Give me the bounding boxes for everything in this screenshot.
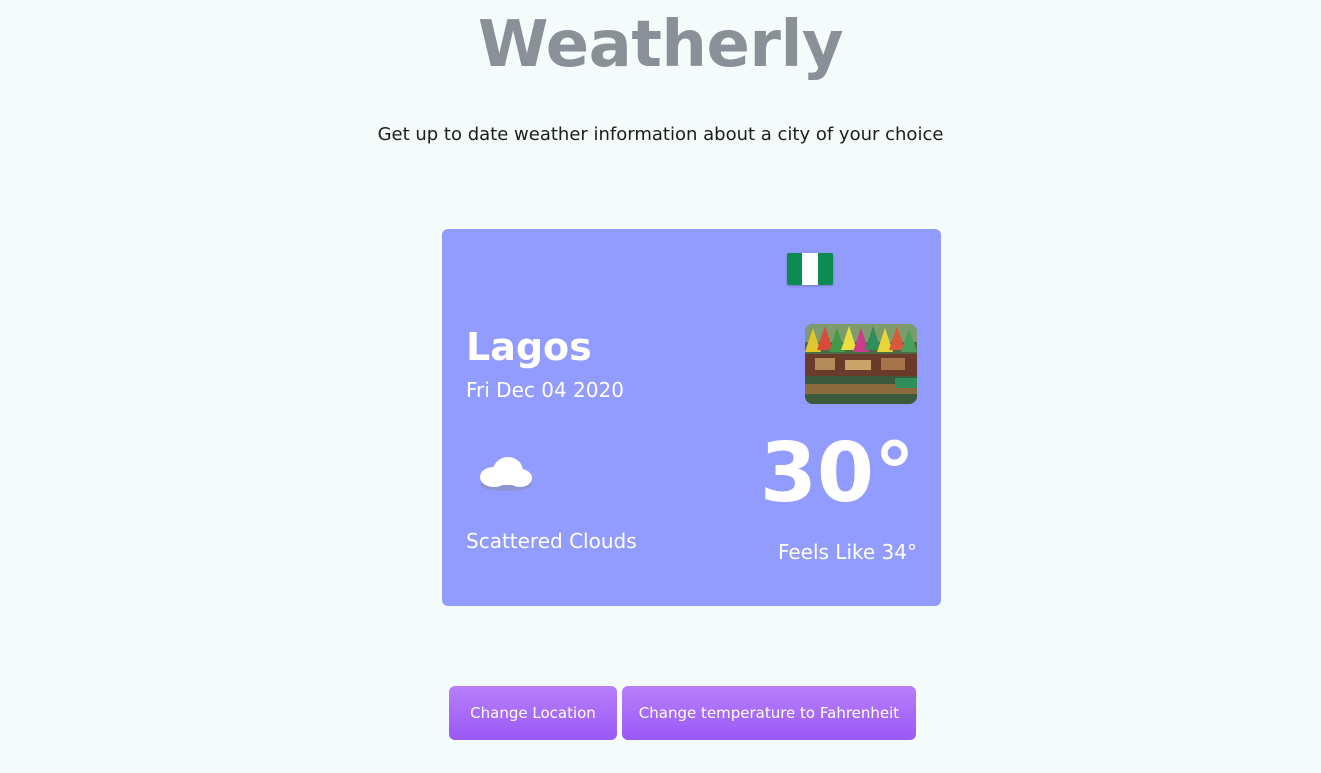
flag-stripe-center bbox=[802, 253, 818, 285]
current-date: Fri Dec 04 2020 bbox=[466, 378, 624, 402]
temperature: 30° bbox=[759, 426, 915, 521]
city-photo-image bbox=[805, 324, 917, 404]
city-name: Lagos bbox=[466, 325, 592, 369]
city-photo bbox=[805, 324, 917, 404]
change-temperature-unit-button[interactable]: Change temperature to Fahrenheit bbox=[622, 686, 916, 740]
flag-stripe-right bbox=[817, 253, 833, 285]
tagline: Get up to date weather information about… bbox=[377, 124, 944, 145]
app-title: Weatherly bbox=[477, 8, 844, 82]
feels-like-temperature: Feels Like 34° bbox=[777, 540, 917, 564]
nigeria-flag-icon bbox=[787, 253, 833, 285]
page: Weatherly Get up to date weather informa… bbox=[0, 0, 1321, 773]
weather-card: Lagos Fri Dec 04 2020 Scattered Clouds 3… bbox=[442, 229, 941, 606]
flag-stripe-left bbox=[787, 253, 803, 285]
cloud-icon bbox=[474, 451, 538, 495]
action-buttons: Change Location Change temperature to Fa… bbox=[449, 686, 916, 740]
change-location-button[interactable]: Change Location bbox=[449, 686, 617, 740]
weather-condition: Scattered Clouds bbox=[466, 529, 637, 553]
